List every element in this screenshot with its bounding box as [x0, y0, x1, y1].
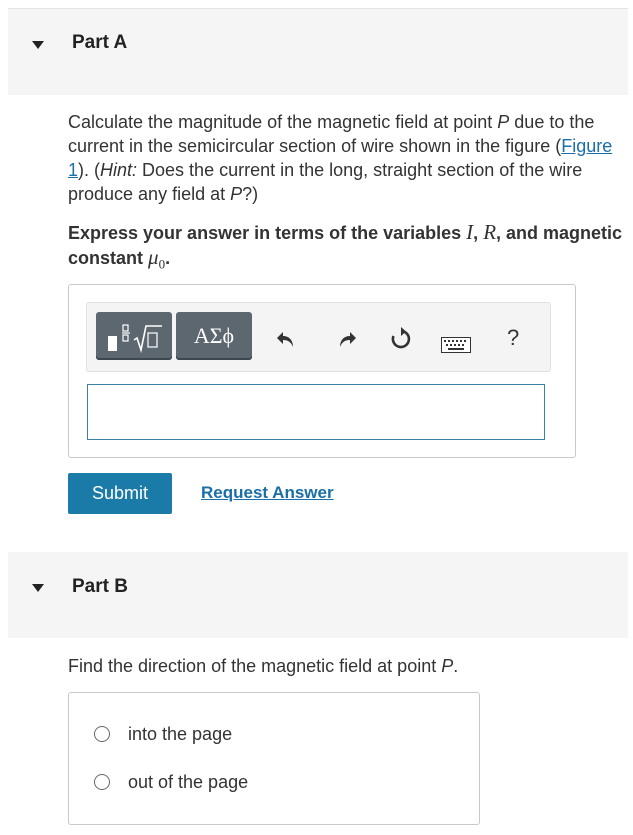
part-b-header[interactable]: Part B — [8, 552, 628, 638]
variable-mu: μ — [148, 245, 159, 269]
choice-label[interactable]: out of the page — [128, 772, 248, 793]
answer-box: ΑΣϕ ? — [68, 284, 576, 458]
symbols-button[interactable]: ΑΣϕ — [176, 312, 252, 360]
variable-R: R — [483, 220, 497, 244]
part-b-title: Part B — [72, 576, 128, 597]
part-a-header[interactable]: Part A — [8, 9, 628, 95]
radio-button[interactable] — [94, 774, 110, 790]
answer-input[interactable] — [87, 384, 545, 440]
reset-icon[interactable] — [389, 327, 413, 351]
redo-icon[interactable] — [335, 327, 359, 351]
undo-icon[interactable] — [274, 327, 298, 351]
request-answer-link[interactable]: Request Answer — [201, 483, 334, 503]
submit-button[interactable]: Submit — [68, 473, 172, 514]
part-a-title: Part A — [72, 32, 128, 53]
answer-instructions: Express your answer in terms of the vari… — [68, 220, 623, 272]
collapse-caret-icon[interactable] — [32, 41, 44, 49]
keyboard-icon[interactable] — [441, 337, 471, 353]
part-a-question: Calculate the magnitude of the magnetic … — [68, 112, 613, 204]
choice-label[interactable]: into the page — [128, 724, 232, 745]
part-b-question: Find the direction of the magnetic field… — [68, 656, 459, 676]
choices-box: into the page out of the page — [68, 692, 480, 825]
radio-button[interactable] — [94, 726, 110, 742]
templates-button[interactable] — [96, 312, 172, 360]
help-button[interactable]: ? — [507, 325, 519, 351]
collapse-caret-icon[interactable] — [32, 584, 44, 592]
templates-icon — [108, 324, 162, 354]
math-toolbar: ΑΣϕ ? — [86, 302, 551, 372]
